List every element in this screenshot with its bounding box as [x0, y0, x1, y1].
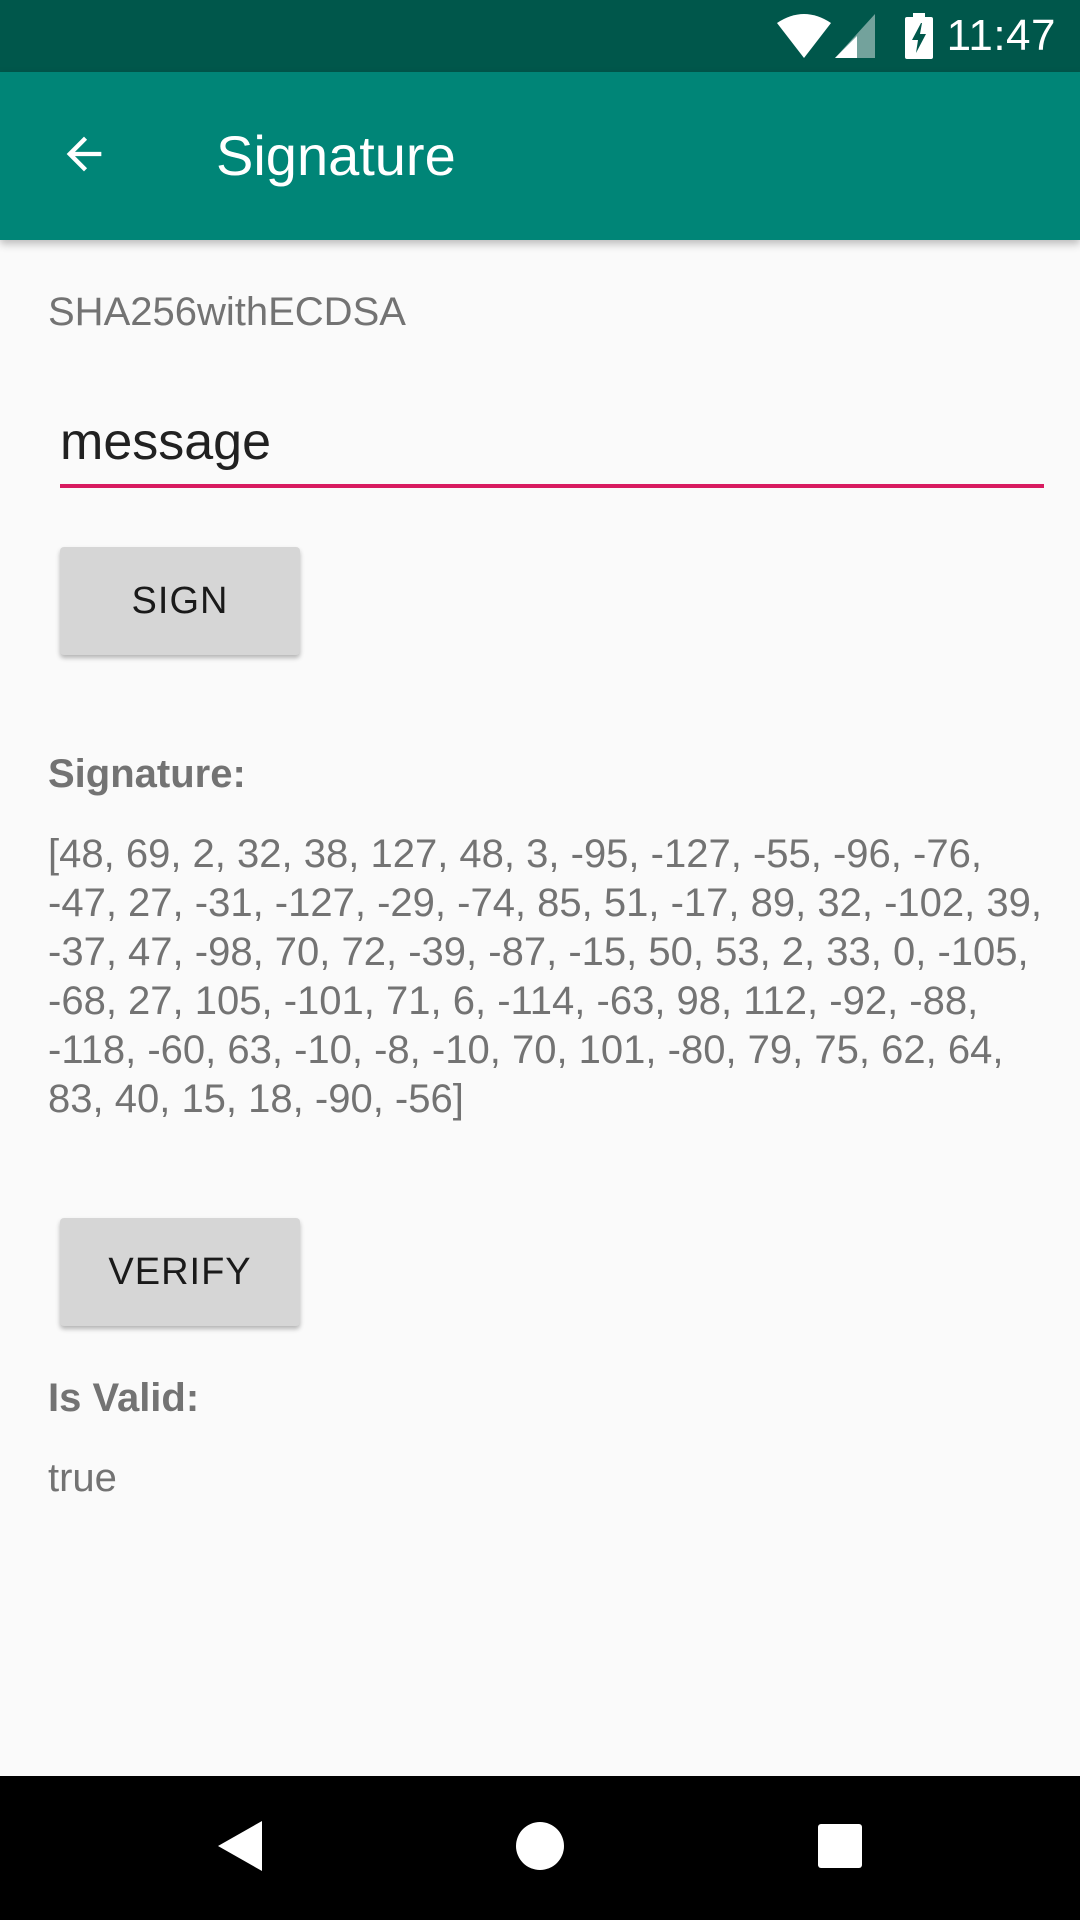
sign-button[interactable]: SIGN: [60, 547, 300, 655]
nav-home-button[interactable]: [490, 1798, 590, 1898]
message-input[interactable]: [60, 400, 1044, 488]
status-time: 11:47: [946, 11, 1056, 60]
battery-charging-icon: [904, 13, 933, 59]
nav-back-button[interactable]: [190, 1798, 290, 1898]
page-title: Signature: [216, 124, 456, 187]
nav-recents-icon: [817, 1823, 863, 1874]
is-valid-heading: Is Valid:: [48, 1376, 200, 1420]
wifi-icon: [776, 14, 831, 58]
nav-home-icon: [515, 1821, 565, 1876]
status-icons: 11:47: [776, 0, 1056, 72]
app-bar: Signature: [0, 72, 1080, 240]
signature-heading: Signature:: [48, 752, 246, 796]
signal-icon: [834, 14, 875, 58]
is-valid-value: true: [48, 1456, 117, 1500]
nav-recents-button[interactable]: [790, 1798, 890, 1898]
algorithm-label: SHA256withECDSA: [48, 290, 406, 334]
arrow-back-icon: [58, 128, 110, 185]
signature-value: [48, 69, 2, 32, 38, 127, 48, 3, -95, -12…: [48, 832, 1042, 1121]
nav-back-icon: [216, 1819, 264, 1878]
back-button[interactable]: [36, 108, 132, 204]
verify-button[interactable]: VERIFY: [60, 1218, 300, 1326]
navigation-bar: [0, 1776, 1080, 1920]
status-bar: 11:47: [0, 0, 1080, 72]
